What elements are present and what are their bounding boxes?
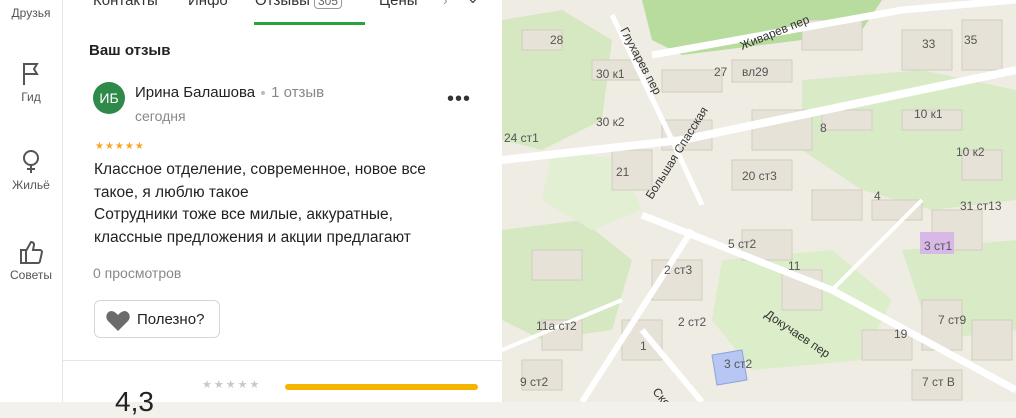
svg-text:31 ст13: 31 ст13 (960, 199, 1002, 213)
review-stars: ★★★★★ (95, 141, 145, 152)
useful-button[interactable]: Полезно? (94, 300, 220, 338)
sidebar-item-tips[interactable]: Советы (0, 238, 62, 282)
svg-text:11: 11 (788, 259, 801, 273)
svg-text:3 ст2: 3 ст2 (724, 357, 753, 371)
sidebar-item-label: Друзья (11, 6, 51, 20)
tab-info[interactable]: Инфо (188, 0, 228, 9)
tab-reviews-label: Отзывы (255, 0, 310, 9)
tab-reviews[interactable]: Отзывы 305 (255, 0, 342, 9)
divider (63, 360, 502, 361)
tab-prices[interactable]: Цены (379, 0, 418, 9)
svg-text:7 ст9: 7 ст9 (938, 313, 967, 327)
section-title: Ваш отзыв (89, 42, 171, 59)
svg-text:2 ст3: 2 ст3 (664, 263, 693, 277)
review-date: сегодня (135, 108, 186, 124)
author-review-count: 1 отзыв (271, 84, 325, 101)
svg-text:10 к2: 10 к2 (956, 145, 985, 159)
author-name[interactable]: Ирина Балашова (135, 84, 255, 101)
sidebar-item-label: Советы (10, 268, 52, 282)
sidebar-item-guide[interactable]: Гид (0, 60, 62, 104)
svg-text:2 ст2: 2 ст2 (678, 315, 707, 329)
svg-text:27: 27 (714, 65, 728, 79)
sidebar-item-label: Жильё (12, 178, 50, 192)
avatar[interactable]: ИБ (93, 82, 125, 114)
business-card-panel: Контакты Инфо Отзывы305 Цены › ⌄ Ваш отз… (63, 0, 502, 417)
left-sidebar: Друзья Гид Жильё Советы (0, 0, 63, 402)
svg-text:35: 35 (964, 33, 978, 47)
svg-text:1: 1 (640, 339, 647, 353)
svg-text:5 ст2: 5 ст2 (728, 237, 757, 251)
svg-text:30 к1: 30 к1 (596, 67, 625, 81)
svg-text:9 ст2: 9 ст2 (520, 375, 549, 389)
sidebar-item-housing[interactable]: Жильё (0, 148, 62, 192)
svg-text:19: 19 (894, 327, 908, 341)
svg-text:вл29: вл29 (742, 65, 769, 79)
svg-text:30 к2: 30 к2 (596, 115, 625, 129)
tabs-scroll-right-icon[interactable]: › (443, 0, 448, 8)
reviews-count-badge: 305 (313, 0, 342, 9)
review-text: Классное отделение, современное, новое в… (94, 161, 426, 246)
svg-text:4: 4 (874, 189, 881, 203)
useful-label: Полезно? (137, 311, 205, 328)
thumbs-up-icon (0, 238, 62, 266)
svg-text:8: 8 (820, 121, 827, 135)
heart-icon (106, 311, 130, 331)
svg-text:3 ст1: 3 ст1 (924, 239, 953, 253)
tab-bar: Контакты Инфо Отзывы305 Цены › ⌄ (63, 0, 502, 26)
sidebar-item-label: Гид (21, 90, 41, 104)
more-menu-icon[interactable]: ••• (447, 88, 471, 111)
svg-text:21: 21 (616, 165, 630, 179)
separator-dot (261, 91, 266, 96)
active-tab-indicator (254, 22, 365, 25)
svg-text:28: 28 (550, 33, 564, 47)
housing-icon (0, 148, 62, 176)
sidebar-item-friends[interactable]: Друзья (0, 0, 62, 20)
svg-text:7 ст В: 7 ст В (922, 375, 955, 389)
review-author: Ирина Балашова 1 отзыв (135, 84, 324, 101)
map-view[interactable]: 28 30 к1 27 вл29 33 35 Живарев пер Глуха… (502, 0, 1016, 402)
rating-value: 4,3 (115, 386, 154, 417)
svg-text:20 ст3: 20 ст3 (742, 169, 777, 183)
flag-icon (0, 60, 62, 88)
rating-stars: ★★★★★ (202, 379, 262, 391)
rating-distribution-bar (285, 384, 478, 390)
svg-text:10 к1: 10 к1 (914, 107, 943, 121)
views-count: 0 просмотров (93, 265, 182, 281)
map-canvas[interactable]: 28 30 к1 27 вл29 33 35 Живарев пер Глуха… (502, 0, 1016, 402)
svg-text:24 ст1: 24 ст1 (504, 131, 539, 145)
svg-text:33: 33 (922, 37, 936, 51)
chevron-down-icon[interactable]: ⌄ (467, 0, 479, 7)
tab-contacts[interactable]: Контакты (93, 0, 158, 9)
svg-text:11а ст2: 11а ст2 (536, 319, 577, 333)
